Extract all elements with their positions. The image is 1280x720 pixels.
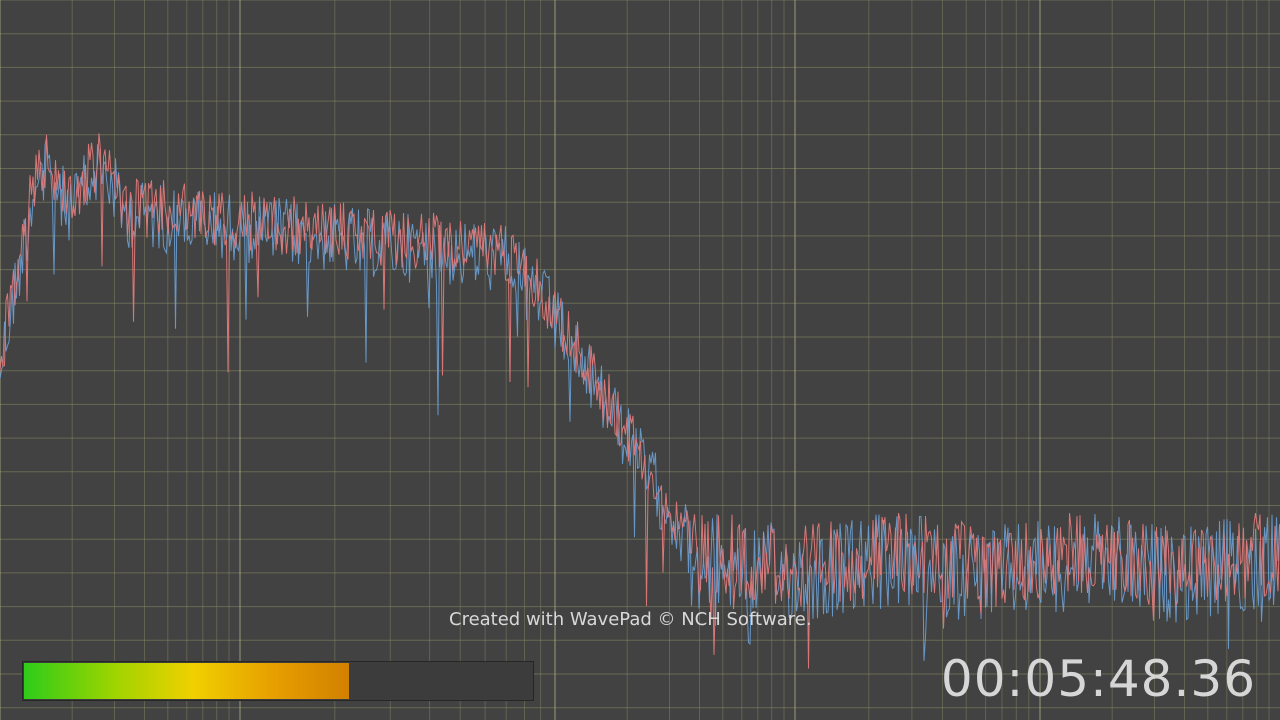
- level-meter: [22, 661, 534, 701]
- spectrum-analyzer-window: Created with WavePad © NCH Software. 00:…: [0, 0, 1280, 720]
- left-channel-trace: [0, 133, 1280, 669]
- timecode-display: 00:05:48.36: [940, 650, 1256, 708]
- watermark-text: Created with WavePad © NCH Software.: [449, 609, 812, 630]
- level-meter-fill: [24, 663, 349, 699]
